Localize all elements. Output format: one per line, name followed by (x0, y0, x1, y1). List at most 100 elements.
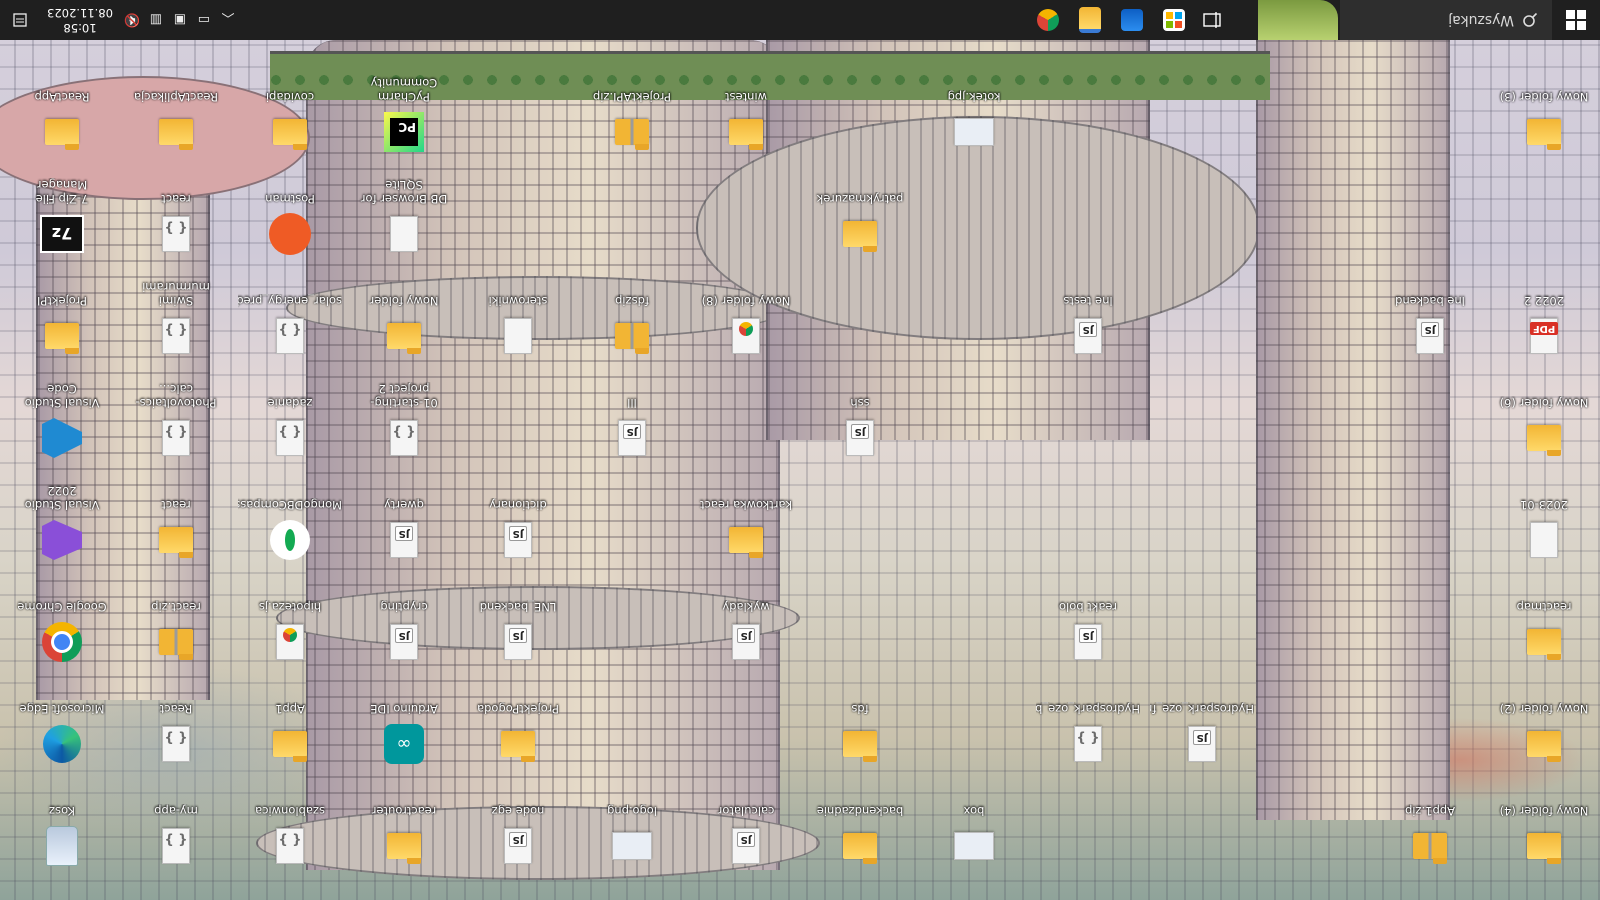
desktop-icon[interactable]: DB Browser for SQLite (352, 164, 456, 264)
7zip-icon: 7z (38, 210, 86, 258)
search-box[interactable]: Wyszukaj (1340, 0, 1552, 40)
desktop-icon[interactable]: react.zip (124, 572, 228, 672)
task-view-button[interactable] (1194, 0, 1230, 40)
desktop-icon-label: React (159, 702, 193, 716)
desktop-icon[interactable]: covidapi (238, 62, 342, 162)
volume-muted-icon[interactable]: 🔇 (120, 0, 144, 40)
desktop-icon-label: 2022 2 (1523, 294, 1565, 308)
desktop-icon[interactable]: PC PyCharm Community Editi... (352, 62, 456, 162)
desktop-icon[interactable]: Visual Studio 2022 (10, 470, 114, 570)
display-icon[interactable]: ▭ (192, 0, 216, 40)
desktop-icon[interactable]: JS LNE_backend (466, 572, 570, 672)
desktop-icon-label: react (161, 192, 191, 206)
chrome-icon (38, 618, 86, 666)
desktop-icon[interactable]: Google Chrome (10, 572, 114, 672)
desktop-icon[interactable]: JS lne backend (1378, 266, 1482, 366)
desktop-icon[interactable]: kartkowka react (694, 470, 798, 570)
json-icon: { } (152, 312, 200, 360)
desktop-icon[interactable]: { } zadanie (238, 368, 342, 468)
desktop-icon[interactable]: ∞ Arduino IDE (352, 674, 456, 774)
desktop-icon[interactable]: ProjektAPI.zip (580, 62, 684, 162)
desktop-icon[interactable]: ProjektPogoda (466, 674, 570, 774)
desktop-icon[interactable]: Nowy folder (3) (1492, 62, 1596, 162)
start-button[interactable] (1552, 0, 1600, 40)
notification-center-button[interactable] (0, 0, 40, 40)
desktop-icon[interactable]: react (124, 470, 228, 570)
desktop-icon[interactable]: JS lll (580, 368, 684, 468)
battery-icon[interactable]: ▥ (144, 0, 168, 40)
json-icon: { } (152, 720, 200, 768)
chevron-up-icon[interactable]: ︿ (216, 0, 240, 40)
desktop-icon[interactable]: reactrouter (352, 776, 456, 876)
desktop-icon[interactable]: hipoteza.js (238, 572, 342, 672)
chrome-taskbar-button[interactable] (1030, 0, 1066, 40)
desktop-icon[interactable]: Nowy folder (6) (1492, 368, 1596, 468)
desktop-icon[interactable]: box (922, 776, 1026, 876)
desktop-icon[interactable]: fds (808, 674, 912, 774)
desktop-icon[interactable]: kotek.jpg (922, 62, 1026, 162)
pycharm-icon: PC (380, 108, 428, 156)
desktop-icon[interactable]: JS crypting (352, 572, 456, 672)
taskbar: Wyszukaj ︿ ▭ ▣ ▥ 🔇 10:58 08.11.2023 (0, 0, 1600, 40)
desktop-icon-label: Nowy folder (369, 294, 439, 308)
js-icon: JS (836, 414, 884, 462)
desktop-icon[interactable]: reactmap (1492, 572, 1596, 672)
desktop-icon[interactable]: JS wyklady (694, 572, 798, 672)
desktop-icon[interactable]: { } solar_energy_predi... (238, 266, 342, 366)
desktop-icon[interactable]: Nowy folder (8) (694, 266, 798, 366)
desktop-icon[interactable]: MongoDBCompass (238, 470, 342, 570)
desktop-icon[interactable]: 7z 7-Zip File Manager (10, 164, 114, 264)
js-icon: JS (1064, 312, 1112, 360)
desktop-icon[interactable]: { } Swimi murmurami PESEL (124, 266, 228, 366)
desktop-icon[interactable]: Nowy folder (2) (1492, 674, 1596, 774)
desktop-icon[interactable]: fdszip (580, 266, 684, 366)
desktop-icon[interactable]: Postman (238, 164, 342, 264)
bin-icon (38, 822, 86, 870)
doc-icon (1520, 516, 1568, 564)
desktop-icon[interactable]: App1.zip (1378, 776, 1482, 876)
desktop-icon[interactable]: logo.png (580, 776, 684, 876)
desktop-icon[interactable]: ReactApp (10, 62, 114, 162)
network-icon[interactable]: ▣ (168, 0, 192, 40)
desktop-icon[interactable]: JS calculator (694, 776, 798, 876)
desktop-icon[interactable]: backendzadnie (808, 776, 912, 876)
desktop-icon[interactable]: { } szablonwica (238, 776, 342, 876)
desktop-icon[interactable]: { } Hydrospark_oze_b... (1036, 674, 1140, 774)
desktop-icon[interactable]: JS node egz (466, 776, 570, 876)
folder-icon (722, 108, 770, 156)
desktop-icon[interactable]: wintest (694, 62, 798, 162)
clock[interactable]: 10:58 08.11.2023 (40, 5, 120, 35)
desktop-icon[interactable]: ReactAplikacja (124, 62, 228, 162)
microsoft-store-button[interactable] (1156, 0, 1192, 40)
desktop-icon[interactable]: { } React (124, 674, 228, 774)
desktop-icon[interactable]: patrykmazurek (808, 164, 912, 264)
desktop-icon[interactable]: JS lne tests (1036, 266, 1140, 366)
desktop-icon[interactable]: Nowy folder (352, 266, 456, 366)
file-explorer-button[interactable] (1072, 0, 1108, 40)
desktop-icon[interactable]: Visual Studio Code (10, 368, 114, 468)
desktop-icon[interactable]: Nowy folder (4) (1492, 776, 1596, 876)
desktop-icon[interactable]: JS ssh (808, 368, 912, 468)
folder-icon (1520, 414, 1568, 462)
desktop-icon[interactable]: Microsoft Edge (10, 674, 114, 774)
desktop-icon[interactable]: sterowniki (466, 266, 570, 366)
desktop-icon[interactable]: PDF 2022 2 (1492, 266, 1596, 366)
desktop-icon[interactable]: JS reakt bolo (1036, 572, 1140, 672)
desktop-icon[interactable]: JS Hydrospark_oze_fr... (1150, 674, 1254, 774)
desktop-icon-label: 2023-01 (1519, 498, 1569, 512)
desktop-icon[interactable]: { } my-app (124, 776, 228, 876)
json-icon: { } (1064, 720, 1112, 768)
desktop-icon-label: calculator (717, 804, 775, 818)
desktop-icon[interactable]: App1 (238, 674, 342, 774)
desktop-icon[interactable]: Kosz (10, 776, 114, 876)
desktop-icon[interactable]: JS qwerty (352, 470, 456, 570)
desktop-icon[interactable]: 2023-01 (1492, 470, 1596, 570)
desktop-icon[interactable]: { } Photovoltaics-calc... (124, 368, 228, 468)
desktop-icon[interactable]: { } react (124, 164, 228, 264)
desktop-icon[interactable]: ProjektPI (10, 266, 114, 366)
desktop-icon[interactable]: { } 01-starting-project 2 (352, 368, 456, 468)
system-tray: ︿ ▭ ▣ ▥ 🔇 10:58 08.11.2023 (0, 0, 240, 40)
search-input[interactable]: Wyszukaj (1448, 12, 1514, 28)
mail-button[interactable] (1114, 0, 1150, 40)
desktop-icon[interactable]: JS dictionary (466, 470, 570, 570)
